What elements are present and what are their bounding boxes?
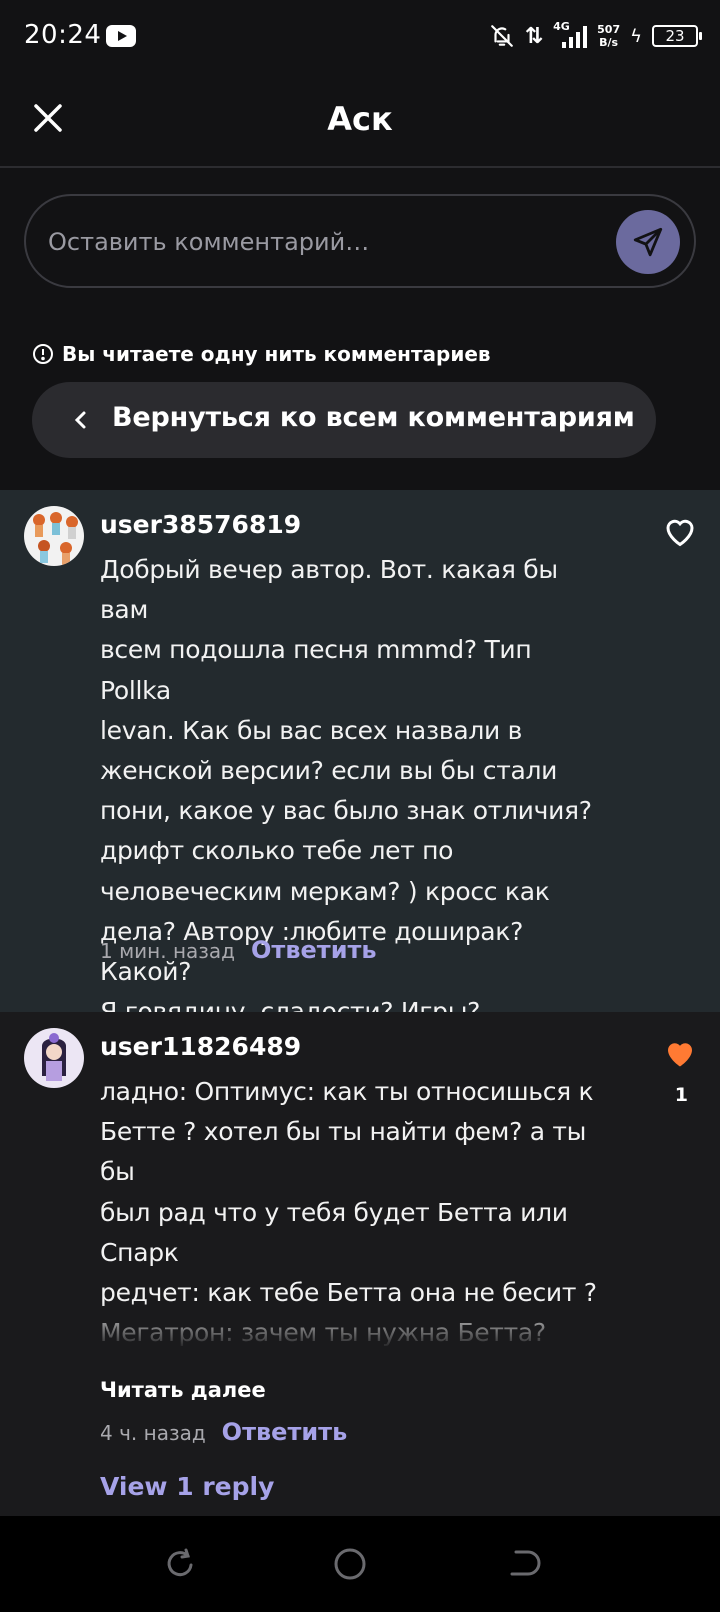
view-replies-button[interactable]: View 1 reply bbox=[100, 1472, 274, 1501]
send-button[interactable] bbox=[616, 210, 680, 274]
read-more-button[interactable]: Читать далее bbox=[100, 1378, 266, 1402]
battery-icon: 23 bbox=[652, 25, 702, 47]
reply-button[interactable]: Ответить bbox=[251, 936, 377, 964]
charging-icon: ϟ bbox=[630, 25, 642, 47]
username[interactable]: user11826489 bbox=[100, 1032, 301, 1061]
send-icon bbox=[633, 227, 663, 257]
reply-button[interactable]: Ответить bbox=[222, 1418, 348, 1446]
back-icon[interactable] bbox=[506, 1544, 546, 1584]
status-icons: ⇅ 4G 507 B/s ϟ 23 bbox=[489, 20, 702, 52]
youtube-icon bbox=[106, 25, 136, 47]
comment-item: user11826489 ладно: Оптимус: как ты отно… bbox=[0, 1012, 720, 1516]
comment-box bbox=[24, 194, 696, 288]
heart-outline-icon[interactable] bbox=[662, 514, 698, 548]
back-to-all-comments-button[interactable]: Вернуться ко всем комментариям bbox=[32, 382, 656, 458]
recents-icon[interactable] bbox=[160, 1544, 200, 1584]
page-title: Аск bbox=[327, 100, 393, 138]
network-speed: 507 B/s bbox=[597, 23, 620, 49]
comment-item: user38576819 Добрый вечер автор. Вот. ка… bbox=[0, 490, 720, 1107]
avatar[interactable] bbox=[24, 1028, 84, 1088]
speed-value: 507 bbox=[597, 23, 621, 36]
status-bar: 20:24 ⇅ 4G 507 B/s ϟ 23 bbox=[0, 0, 720, 72]
thread-info-text: Вы читаете одну нить комментариев bbox=[62, 342, 491, 366]
comment-time: 1 мин. назад bbox=[100, 939, 236, 963]
signal-icon: 4G bbox=[553, 20, 588, 50]
back-label: Вернуться ко всем комментариям bbox=[112, 402, 635, 433]
username[interactable]: user38576819 bbox=[100, 510, 301, 539]
avatar[interactable] bbox=[24, 506, 84, 566]
bell-off-icon bbox=[490, 25, 513, 47]
comment-input[interactable] bbox=[48, 220, 588, 264]
heart-filled-icon[interactable] bbox=[662, 1036, 698, 1070]
comment-meta: 4 ч. назад Ответить bbox=[100, 1418, 347, 1446]
thread-info: Вы читаете одну нить комментариев bbox=[32, 342, 491, 366]
screen: 20:24 ⇅ 4G 507 B/s ϟ 23 Аск Оставить ком… bbox=[0, 0, 720, 1612]
text-fade bbox=[100, 1302, 620, 1358]
info-icon bbox=[33, 344, 53, 364]
comment-meta: 1 мин. назад Ответить bbox=[100, 936, 377, 964]
chevron-left-icon bbox=[74, 411, 86, 429]
data-arrows-icon: ⇅ bbox=[524, 23, 544, 49]
comment-time: 4 ч. назад bbox=[100, 1421, 206, 1445]
header: Аск bbox=[0, 72, 720, 168]
system-nav-bar bbox=[0, 1516, 720, 1612]
home-icon[interactable] bbox=[330, 1544, 370, 1584]
like-count: 1 bbox=[674, 1084, 688, 1106]
status-time: 20:24 bbox=[24, 20, 102, 50]
speed-unit: B/s bbox=[599, 36, 619, 49]
